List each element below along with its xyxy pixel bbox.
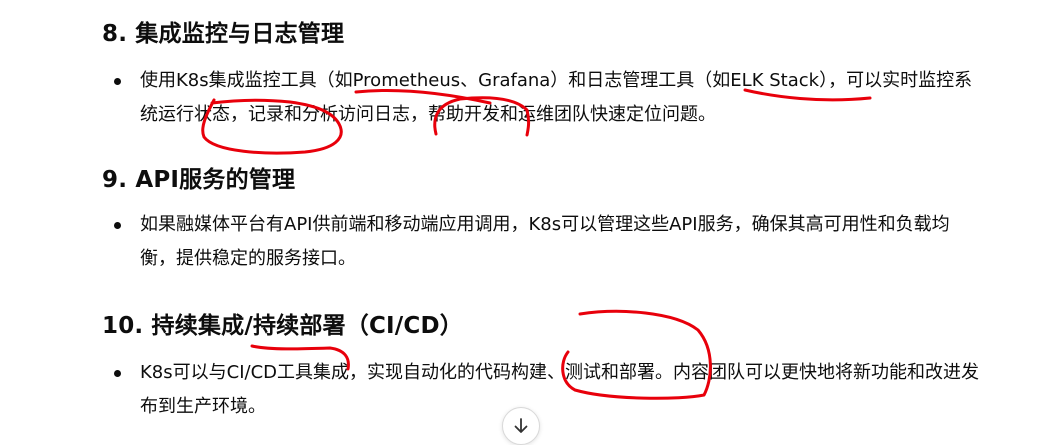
bullet-dot <box>114 222 121 229</box>
bullet-dot <box>114 78 121 85</box>
list-item: 如果融媒体平台有API供前端和移动端应用调用，K8s可以管理这些API服务，确保… <box>102 208 982 276</box>
section-heading: 9. API服务的管理 <box>102 167 296 193</box>
bullet-list: 使用K8s集成监控工具（如Prometheus、Grafana）和日志管理工具（… <box>102 64 1002 132</box>
section-heading: 8. 集成监控与日志管理 <box>102 21 345 47</box>
bullet-text: 如果融媒体平台有API供前端和移动端应用调用，K8s可以管理这些API服务，确保… <box>140 214 950 269</box>
bullet-list: 如果融媒体平台有API供前端和移动端应用调用，K8s可以管理这些API服务，确保… <box>102 208 1002 276</box>
list-item: K8s可以与CI/CD工具集成，实现自动化的代码构建、测试和部署。内容团队可以更… <box>102 356 982 424</box>
bullet-dot <box>114 370 121 377</box>
bullet-list: K8s可以与CI/CD工具集成，实现自动化的代码构建、测试和部署。内容团队可以更… <box>102 356 1002 424</box>
section-api-management: 9. API服务的管理 如果融媒体平台有API供前端和移动端应用调用，K8s可以… <box>102 164 1002 276</box>
section-heading: 10. 持续集成/持续部署（CI/CD） <box>102 313 463 339</box>
section-ci-cd: 10. 持续集成/持续部署（CI/CD） K8s可以与CI/CD工具集成，实现自… <box>102 310 1002 424</box>
document-content: 8. 集成监控与日志管理 使用K8s集成监控工具（如Prometheus、Gra… <box>0 0 1046 444</box>
list-item: 使用K8s集成监控工具（如Prometheus、Grafana）和日志管理工具（… <box>102 64 982 132</box>
scroll-down-button[interactable] <box>502 407 540 445</box>
arrow-down-icon <box>514 418 528 433</box>
section-monitoring-logging: 8. 集成监控与日志管理 使用K8s集成监控工具（如Prometheus、Gra… <box>102 18 1002 132</box>
bullet-text: K8s可以与CI/CD工具集成，实现自动化的代码构建、测试和部署。内容团队可以更… <box>140 362 979 417</box>
bullet-text: 使用K8s集成监控工具（如Prometheus、Grafana）和日志管理工具（… <box>140 70 973 125</box>
